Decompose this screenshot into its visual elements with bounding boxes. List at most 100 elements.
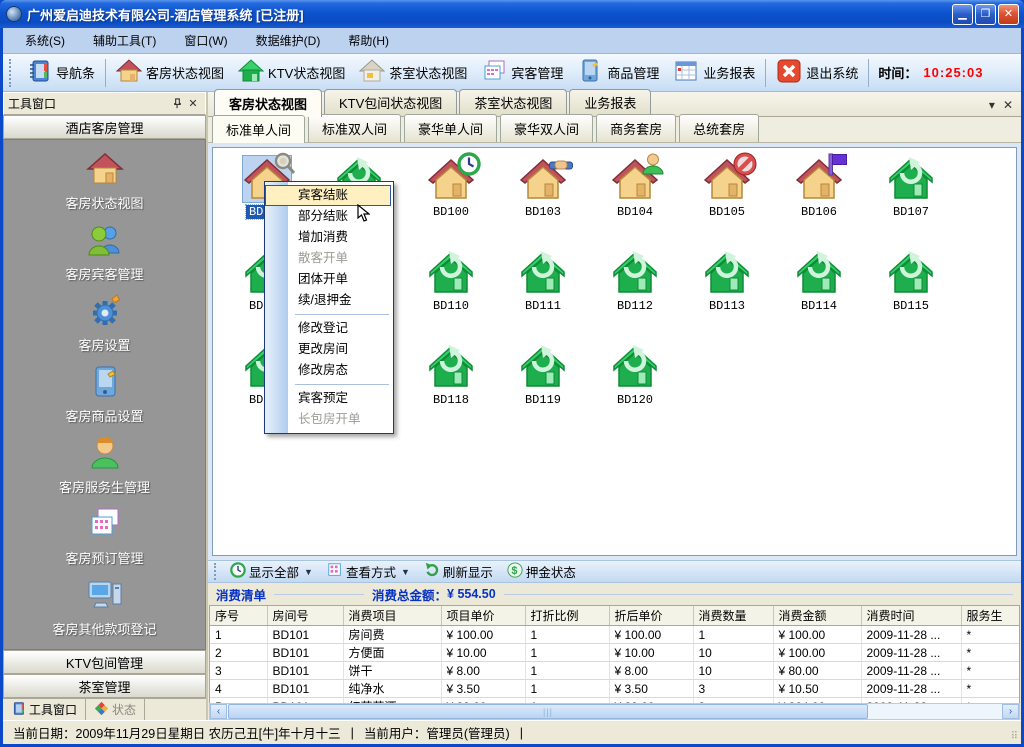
room-BD113[interactable]: BD113	[681, 248, 773, 342]
toolbar-button-4[interactable]: 宾客管理	[474, 55, 570, 90]
table-row-2[interactable]: 3BD101饼干¥ 8.001¥ 8.0010¥ 80.002009-11-28…	[210, 662, 1020, 680]
sidebar-close-icon[interactable]: ✕	[185, 96, 201, 112]
table-row-1[interactable]: 2BD101方便面¥ 10.001¥ 10.0010¥ 100.002009-1…	[210, 644, 1020, 662]
room-BD115[interactable]: BD115	[865, 248, 957, 342]
column-header-9[interactable]: 服务生	[961, 606, 1020, 626]
view-toolbar-button-2[interactable]: 刷新显示	[417, 561, 500, 582]
context-menu-item-11[interactable]: 宾客预定	[265, 388, 391, 409]
toolbar-button-0[interactable]: 导航条	[19, 55, 102, 90]
sidebar-item-1[interactable]: 客房宾客管理	[4, 221, 205, 286]
room-type-tab-1[interactable]: 标准双人间	[308, 114, 401, 142]
column-header-2[interactable]: 消费项目	[343, 606, 441, 626]
room-icon[interactable]	[519, 250, 567, 296]
scroll-left-arrow-icon[interactable]: ‹	[210, 704, 227, 719]
context-menu-item-0[interactable]: 宾客结账	[265, 185, 391, 206]
view-toolbar-button-0[interactable]: 显示全部▼	[223, 561, 320, 582]
room-type-tab-3[interactable]: 豪华双人间	[500, 114, 593, 142]
sidebar-bottom-tab-1[interactable]: 状态	[86, 699, 145, 720]
sidebar-bottom-tab-0[interactable]: 工具窗口	[3, 699, 86, 720]
menu-item-3[interactable]: 数据维护(D)	[242, 29, 335, 52]
room-type-tab-4[interactable]: 商务套房	[596, 114, 676, 142]
column-header-6[interactable]: 消费数量	[693, 606, 773, 626]
room-BD120[interactable]: BD120	[589, 342, 681, 436]
main-tab-1[interactable]: KTV包间状态视图	[324, 89, 457, 116]
room-icon[interactable]	[519, 344, 567, 390]
room-icon[interactable]	[795, 156, 843, 202]
sidebar-item-4[interactable]: 客房服务生管理	[4, 434, 205, 499]
view-toolbar-button-1[interactable]: 查看方式▼	[320, 561, 417, 582]
room-type-tab-0[interactable]: 标准单人间	[212, 115, 305, 143]
room-BD107[interactable]: BD107	[865, 154, 957, 248]
pin-icon[interactable]	[169, 96, 185, 112]
column-header-0[interactable]: 序号	[210, 606, 267, 626]
room-icon[interactable]	[519, 156, 567, 202]
dropdown-arrow-icon[interactable]: ▼	[401, 567, 410, 577]
room-BD119[interactable]: BD119	[497, 342, 589, 436]
main-tab-2[interactable]: 茶室状态视图	[459, 89, 567, 116]
sidebar-item-6[interactable]: 客房其他款项登记	[4, 576, 205, 641]
room-icon[interactable]	[427, 250, 475, 296]
context-menu-item-2[interactable]: 增加消费	[265, 227, 391, 248]
room-BD110[interactable]: BD110	[405, 248, 497, 342]
room-icon[interactable]	[703, 156, 751, 202]
column-header-4[interactable]: 打折比例	[525, 606, 609, 626]
room-icon[interactable]	[887, 156, 935, 202]
toolbar-button-5[interactable]: 商品管理	[570, 55, 666, 90]
scrollbar-track[interactable]	[869, 704, 1002, 719]
toolbar-button-7[interactable]: 退出系统	[769, 55, 865, 90]
sidebar-group-1[interactable]: 茶室管理	[3, 674, 206, 698]
room-BD114[interactable]: BD114	[773, 248, 865, 342]
toolbar-button-1[interactable]: 客房状态视图	[109, 55, 231, 90]
toolbar-button-3[interactable]: 茶室状态视图	[352, 55, 474, 90]
table-row-0[interactable]: 1BD101房间费¥ 100.001¥ 100.001¥ 100.002009-…	[210, 626, 1020, 644]
column-header-5[interactable]: 折后单价	[609, 606, 693, 626]
context-menu-item-7[interactable]: 修改登记	[265, 318, 391, 339]
room-icon[interactable]	[611, 344, 659, 390]
toolbar-button-6[interactable]: 业务报表	[666, 55, 762, 90]
context-menu-item-5[interactable]: 续/退押金	[265, 290, 391, 311]
room-BD100[interactable]: BD100	[405, 154, 497, 248]
menu-item-2[interactable]: 窗口(W)	[170, 29, 241, 52]
view-toolbar-button-3[interactable]: $押金状态	[500, 561, 583, 582]
sidebar-item-0[interactable]: 客房状态视图	[4, 150, 205, 215]
room-BD118[interactable]: BD118	[405, 342, 497, 436]
maximize-button[interactable]: ❐	[975, 4, 996, 25]
sidebar-group-0[interactable]: KTV包间管理	[3, 650, 206, 674]
sidebar-group-hotel-rooms[interactable]: 酒店客房管理	[3, 115, 206, 139]
column-header-1[interactable]: 房间号	[267, 606, 343, 626]
scrollbar-thumb[interactable]: |||	[228, 704, 868, 719]
room-icon[interactable]	[795, 250, 843, 296]
room-type-tab-2[interactable]: 豪华单人间	[404, 114, 497, 142]
column-header-7[interactable]: 消费金额	[773, 606, 861, 626]
context-menu-item-4[interactable]: 团体开单	[265, 269, 391, 290]
scroll-right-arrow-icon[interactable]: ›	[1002, 704, 1019, 719]
room-icon[interactable]	[427, 344, 475, 390]
room-BD103[interactable]: BD103	[497, 154, 589, 248]
context-menu-item-9[interactable]: 修改房态	[265, 360, 391, 381]
tab-close-icon[interactable]: ✕	[1003, 98, 1013, 112]
menu-item-1[interactable]: 辅助工具(T)	[79, 29, 170, 52]
room-BD111[interactable]: BD111	[497, 248, 589, 342]
context-menu-item-1[interactable]: 部分结账	[265, 206, 391, 227]
room-BD104[interactable]: BD104	[589, 154, 681, 248]
room-icon[interactable]	[427, 156, 475, 202]
menu-item-4[interactable]: 帮助(H)	[334, 29, 403, 52]
dropdown-arrow-icon[interactable]: ▼	[304, 567, 313, 577]
sidebar-item-3[interactable]: 客房商品设置	[4, 363, 205, 428]
room-BD105[interactable]: BD105	[681, 154, 773, 248]
sidebar-item-5[interactable]: 客房预订管理	[4, 505, 205, 570]
context-menu-item-8[interactable]: 更改房间	[265, 339, 391, 360]
room-icon[interactable]	[703, 250, 751, 296]
column-header-3[interactable]: 项目单价	[441, 606, 525, 626]
main-tab-3[interactable]: 业务报表	[569, 89, 651, 116]
sidebar-item-2[interactable]: 客房设置	[4, 292, 205, 357]
table-row-3[interactable]: 4BD101纯净水¥ 3.501¥ 3.503¥ 10.502009-11-28…	[210, 680, 1020, 698]
close-button[interactable]: ✕	[998, 4, 1019, 25]
room-BD112[interactable]: BD112	[589, 248, 681, 342]
minimize-button[interactable]: ▁	[952, 4, 973, 25]
tab-dropdown-icon[interactable]: ▾	[989, 98, 995, 112]
room-icon[interactable]	[611, 250, 659, 296]
room-icon[interactable]	[887, 250, 935, 296]
toolbar-button-2[interactable]: KTV状态视图	[231, 55, 352, 90]
room-type-tab-5[interactable]: 总统套房	[679, 114, 759, 142]
